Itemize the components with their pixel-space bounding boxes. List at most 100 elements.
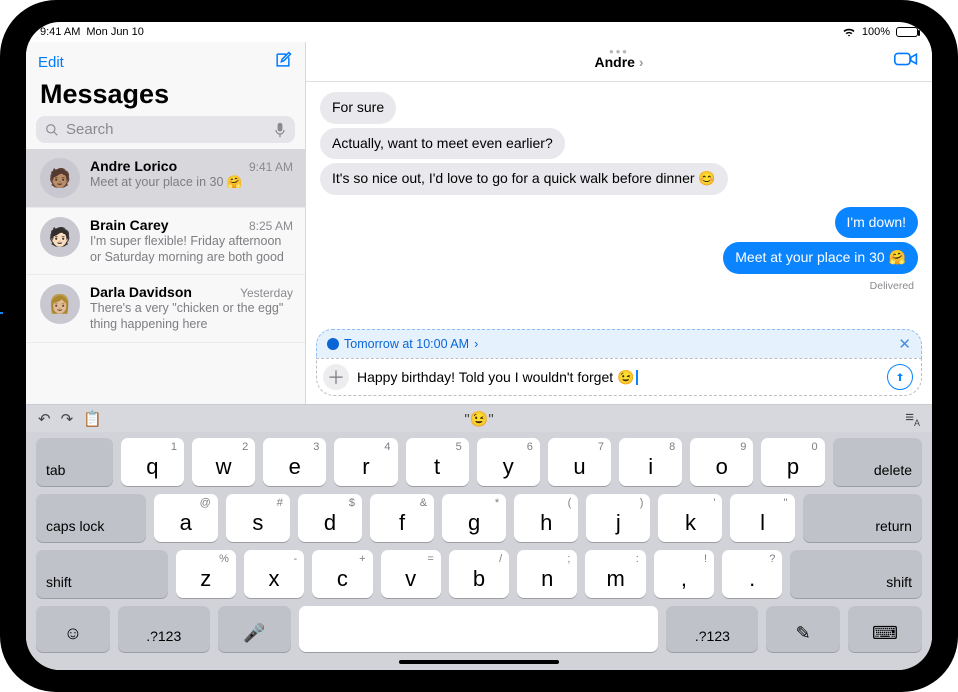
key-tab[interactable]: tab (36, 438, 113, 486)
message-outgoing[interactable]: Meet at your place in 30 🤗 (320, 242, 918, 278)
key-numbers-left[interactable]: .?123 (118, 606, 210, 652)
key-g[interactable]: *g (442, 494, 506, 542)
key-v[interactable]: =v (381, 550, 441, 598)
key-capslock[interactable]: caps lock (36, 494, 146, 542)
message-incoming[interactable]: It's so nice out, I'd love to go for a q… (320, 163, 918, 199)
keyboard-suggestion-bar: ↶ ↷ 📋 "😉" ≡A (26, 404, 932, 432)
key-row-2: caps lock @a #s $d &f *g (h )j 'k "l ret… (36, 494, 922, 542)
status-bar: 9:41 AM Mon Jun 10 100% (26, 22, 932, 42)
conversation-name: Brain Carey (90, 217, 169, 233)
sidebar-title: Messages (26, 79, 305, 116)
key-p[interactable]: 0p (761, 438, 824, 486)
decorative-edge-mark (0, 312, 3, 314)
compose-button[interactable] (273, 50, 293, 75)
key-dictation[interactable]: 🎤 (218, 606, 292, 652)
facetime-button[interactable] (894, 51, 918, 72)
home-indicator[interactable] (399, 660, 559, 664)
key-a[interactable]: @a (154, 494, 218, 542)
arrow-up-icon (894, 371, 906, 383)
compose-icon (273, 50, 293, 70)
key-comma[interactable]: !, (654, 550, 714, 598)
key-space[interactable] (299, 606, 658, 652)
key-n[interactable]: ;n (517, 550, 577, 598)
add-attachment-button[interactable]: ＋ (323, 364, 349, 390)
compose-text-value: Happy birthday! Told you I wouldn't forg… (357, 369, 634, 385)
key-emoji[interactable]: ☺ (36, 606, 110, 652)
message-bubble: For sure (320, 92, 396, 124)
key-t[interactable]: 5t (406, 438, 469, 486)
ipad-frame: 9:41 AM Mon Jun 10 100% Edit Messages (0, 0, 958, 692)
key-r[interactable]: 4r (334, 438, 397, 486)
message-incoming[interactable]: Actually, want to meet even earlier? (320, 128, 918, 164)
key-shift-right[interactable]: shift (790, 550, 922, 598)
key-q[interactable]: 1q (121, 438, 184, 486)
conversation-name: Darla Davidson (90, 284, 192, 300)
screen: 9:41 AM Mon Jun 10 100% Edit Messages (26, 22, 932, 670)
key-numbers-right[interactable]: .?123 (666, 606, 758, 652)
key-u[interactable]: 7u (548, 438, 611, 486)
redo-button[interactable]: ↷ (61, 410, 74, 428)
multitask-handle-icon[interactable]: ••• (609, 44, 629, 59)
key-e[interactable]: 3e (263, 438, 326, 486)
key-m[interactable]: :m (585, 550, 645, 598)
clipboard-button[interactable]: 📋 (83, 410, 102, 428)
edit-button[interactable]: Edit (38, 54, 64, 71)
dictate-icon[interactable] (274, 122, 286, 138)
key-shift-left[interactable]: shift (36, 550, 168, 598)
key-row-1: tab 1q 2w 3e 4r 5t 6y 7u 8i 9o 0p delete (36, 438, 922, 486)
search-placeholder: Search (66, 121, 267, 138)
send-button[interactable] (887, 364, 913, 390)
compose-input[interactable]: Happy birthday! Told you I wouldn't forg… (357, 369, 879, 386)
search-input[interactable]: Search (36, 116, 295, 143)
conversation-list: 🧑🏽 Andre Lorico 9:41 AM Meet at your pla… (26, 149, 305, 404)
avatar: 👩🏼 (40, 284, 80, 324)
conversation-item[interactable]: 👩🏼 Darla Davidson Yesterday There's a ve… (26, 275, 305, 342)
facetime-icon (894, 51, 918, 67)
key-w[interactable]: 2w (192, 438, 255, 486)
key-h[interactable]: (h (514, 494, 578, 542)
key-return[interactable]: return (803, 494, 922, 542)
text-format-button[interactable]: ≡A (905, 409, 920, 428)
key-dismiss-keyboard[interactable]: ⌨ (848, 606, 922, 652)
key-j[interactable]: )j (586, 494, 650, 542)
compose-area: Tomorrow at 10:00 AM › ✕ ＋ Happy birthda… (306, 329, 932, 404)
conversation-item[interactable]: 🧑🏻 Brain Carey 8:25 AM I'm super flexibl… (26, 208, 305, 275)
key-period[interactable]: ?. (722, 550, 782, 598)
conversation-preview: I'm super flexible! Friday afternoon or … (90, 234, 293, 265)
key-row-3: shift %z -x +c =v /b ;n :m !, ?. shift (36, 550, 922, 598)
conversation-item[interactable]: 🧑🏽 Andre Lorico 9:41 AM Meet at your pla… (26, 149, 305, 208)
key-y[interactable]: 6y (477, 438, 540, 486)
message-incoming[interactable]: For sure (320, 92, 918, 128)
key-i[interactable]: 8i (619, 438, 682, 486)
key-k[interactable]: 'k (658, 494, 722, 542)
key-d[interactable]: $d (298, 494, 362, 542)
conversation-name: Andre Lorico (90, 158, 177, 174)
key-x[interactable]: -x (244, 550, 304, 598)
messages-area[interactable]: For sure Actually, want to meet even ear… (306, 82, 932, 329)
dismiss-schedule-button[interactable]: ✕ (898, 335, 911, 353)
key-delete[interactable]: delete (833, 438, 922, 486)
key-b[interactable]: /b (449, 550, 509, 598)
schedule-time: Tomorrow at 10:00 AM (344, 337, 469, 351)
key-s[interactable]: #s (226, 494, 290, 542)
key-c[interactable]: +c (312, 550, 372, 598)
conversation-time: 8:25 AM (249, 219, 293, 233)
text-cursor (636, 370, 638, 385)
undo-button[interactable]: ↶ (38, 410, 51, 428)
avatar: 🧑🏽 (40, 158, 80, 198)
chevron-right-icon: › (639, 54, 644, 70)
key-handwriting[interactable]: ✎ (766, 606, 840, 652)
key-row-4: ☺ .?123 🎤 .?123 ✎ ⌨ (36, 606, 922, 652)
key-f[interactable]: &f (370, 494, 434, 542)
message-bubble: Actually, want to meet even earlier? (320, 128, 565, 160)
chevron-right-icon: › (474, 337, 478, 351)
key-z[interactable]: %z (176, 550, 236, 598)
message-outgoing[interactable]: I'm down! (320, 207, 918, 243)
clock-icon (327, 338, 339, 350)
key-l[interactable]: "l (730, 494, 794, 542)
emoji-suggestion[interactable]: "😉" (464, 410, 493, 428)
schedule-banner[interactable]: Tomorrow at 10:00 AM › ✕ (316, 329, 922, 358)
chat-panel: ••• Andre › For sure Actually, want to m… (306, 42, 932, 404)
key-o[interactable]: 9o (690, 438, 753, 486)
message-bubble: It's so nice out, I'd love to go for a q… (320, 163, 728, 195)
